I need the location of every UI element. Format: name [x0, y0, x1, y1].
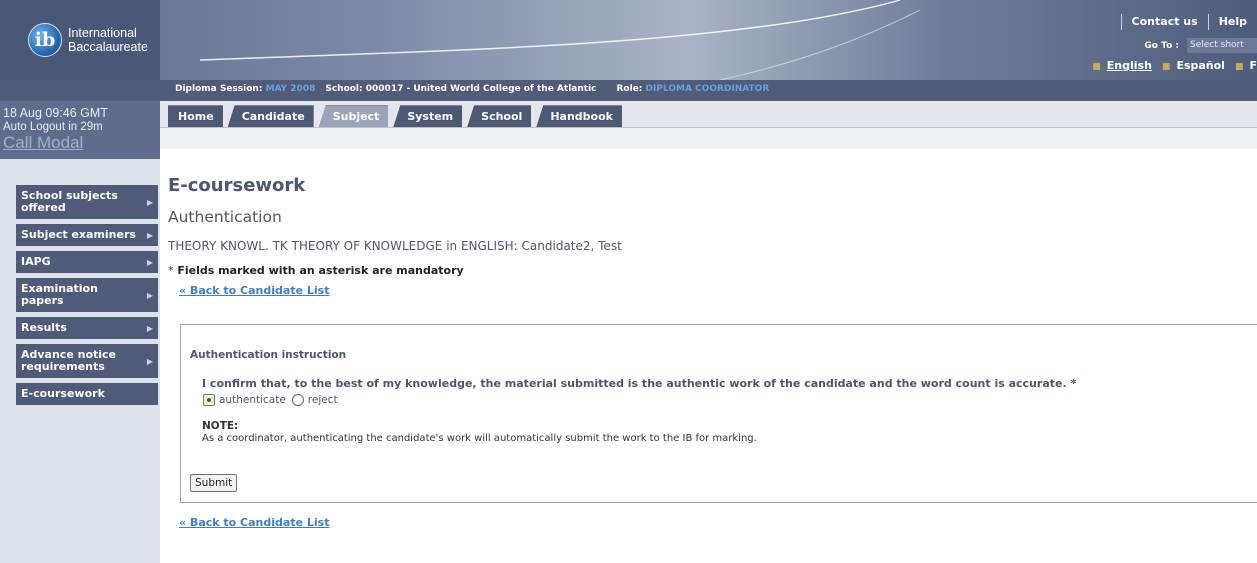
side-item-examination-papers[interactable]: Examination papers ▶: [16, 278, 158, 312]
side-item-results[interactable]: Results ▶: [16, 317, 158, 339]
ib-logo[interactable]: ib International Baccalaureate: [0, 0, 160, 80]
note-heading: NOTE:: [202, 420, 239, 432]
page-title: E-coursework: [168, 175, 306, 196]
status-panel: 18 Aug 09:46 GMT Auto Logout in 29m Call…: [0, 101, 160, 159]
side-item-e-coursework[interactable]: E-coursework: [16, 383, 158, 405]
lang-english[interactable]: ■ English: [1092, 59, 1152, 72]
nav-sub-strip: [160, 128, 1257, 149]
goto-select[interactable]: Select short: [1187, 38, 1257, 53]
side-item-iapg[interactable]: IAPG ▶: [16, 251, 158, 273]
chevron-right-icon: ▶: [146, 258, 153, 267]
lang-espanol[interactable]: ■ Español: [1162, 59, 1225, 72]
tab-home[interactable]: Home: [168, 105, 223, 127]
logo-line2: Baccalaureate: [68, 40, 148, 54]
side-menu: School subjects offered ▶ Subject examine…: [16, 185, 158, 410]
tab-school[interactable]: School: [467, 105, 532, 127]
chevron-right-icon: ▶: [146, 291, 153, 300]
session-bar: Diploma Session: MAY 2008 School: 000017 …: [0, 80, 1257, 101]
mandatory-note: * Fields marked with an asterisk are man…: [168, 264, 464, 277]
authentication-instruction-title: Authentication instruction: [190, 349, 347, 361]
radio-authenticate[interactable]: [203, 394, 215, 406]
top-links: Contact us Help: [1120, 14, 1257, 30]
chevron-right-icon: ▶: [146, 231, 153, 240]
school-value: 000017 - United World College of the Atl…: [365, 84, 597, 94]
session-value: MAY 2008: [265, 84, 316, 94]
session-info: Diploma Session: MAY 2008 School: 000017 …: [175, 84, 770, 94]
header-swoosh-graphic: [199, 0, 921, 80]
side-item-school-subjects-offered[interactable]: School subjects offered ▶: [16, 185, 158, 219]
goto-label: Go To :: [1144, 40, 1179, 51]
side-item-advance-notice-requirements[interactable]: Advance notice requirements ▶: [16, 344, 158, 378]
help-link[interactable]: Help: [1207, 14, 1257, 30]
back-to-candidate-list-link-top[interactable]: « Back to Candidate List: [179, 284, 329, 297]
clock-text: 18 Aug 09:46 GMT: [3, 106, 108, 120]
back-to-candidate-list-link-bottom[interactable]: « Back to Candidate List: [179, 516, 329, 529]
ib-logo-text: International Baccalaureate: [68, 26, 148, 54]
note-text: As a coordinator, authenticating the can…: [202, 433, 757, 444]
chevron-right-icon: ▶: [146, 324, 153, 333]
contact-us-link[interactable]: Contact us: [1120, 14, 1208, 30]
tab-system[interactable]: System: [393, 105, 463, 127]
language-switcher: ■ English ■ Español ■ F: [1082, 59, 1257, 72]
role-value: DIPLOMA COORDINATOR: [645, 84, 770, 94]
chevron-right-icon: ▶: [146, 357, 153, 366]
tab-candidate[interactable]: Candidate: [227, 105, 314, 127]
submit-button[interactable]: Submit: [190, 474, 238, 492]
radio-reject[interactable]: [291, 394, 304, 406]
tab-handbook[interactable]: Handbook: [536, 105, 622, 127]
logo-line1: International: [68, 26, 137, 40]
site-header: ib International Baccalaureate Contact u…: [0, 0, 1257, 80]
page-subtitle: Authentication: [168, 208, 282, 226]
radio-authenticate-label[interactable]: authenticate: [219, 394, 286, 406]
nav-tabs: Home Candidate Subject System School Han…: [168, 105, 627, 127]
side-item-subject-examiners[interactable]: Subject examiners ▶: [16, 224, 158, 246]
auto-logout-text: Auto Logout in 29m: [3, 121, 103, 133]
confirm-statement: I confirm that, to the best of my knowle…: [202, 377, 1077, 390]
radio-reject-label[interactable]: reject: [308, 394, 338, 406]
call-modal-link[interactable]: Call Modal: [3, 134, 160, 152]
lang-francais[interactable]: ■ F: [1235, 59, 1257, 72]
candidate-info: THEORY KNOWL. TK THEORY OF KNOWLEDGE in …: [168, 239, 622, 253]
tab-subject[interactable]: Subject: [318, 105, 389, 127]
main-content: E-coursework Authentication THEORY KNOWL…: [168, 174, 1257, 297]
goto-shortcut: Go To : Select short: [1144, 38, 1257, 53]
authentication-form: Authentication instruction I confirm tha…: [180, 324, 1257, 503]
ib-logo-icon: ib: [28, 23, 62, 57]
main-nav: Home Candidate Subject System School Han…: [160, 101, 1257, 128]
authentication-radio-group: authenticate reject: [203, 394, 338, 406]
chevron-right-icon: ▶: [146, 198, 153, 207]
